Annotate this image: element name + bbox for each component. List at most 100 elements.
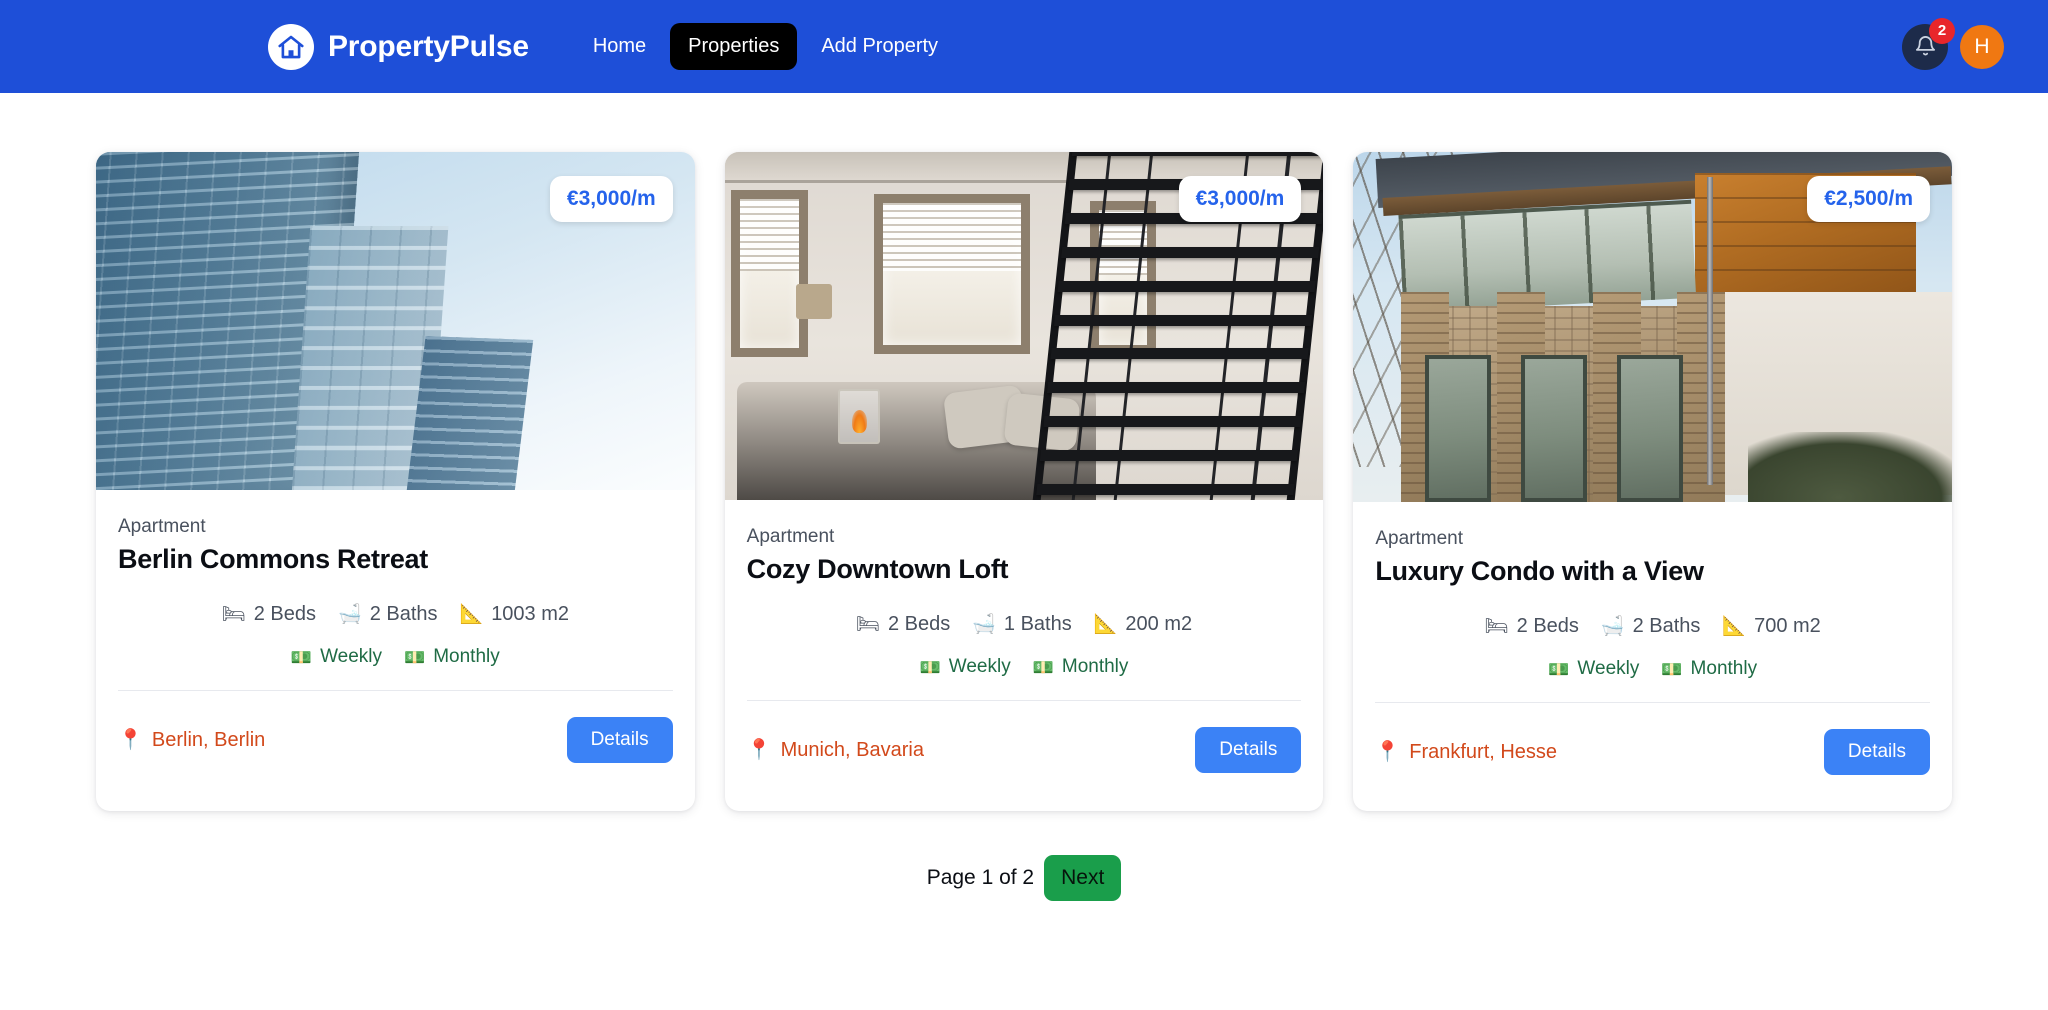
rate-monthly-label: Monthly — [1061, 656, 1129, 677]
rate-weekly-label: Weekly — [1577, 658, 1640, 679]
money-icon: 💵 — [919, 657, 941, 677]
property-specs: 🛏 2 Beds 🛁 1 Baths 📐 200 m2 — [747, 613, 1302, 636]
house-icon — [268, 23, 314, 70]
beds-value: 2 Beds — [253, 603, 317, 625]
property-rates: 💵 Weekly 💵 Monthly — [1375, 658, 1930, 702]
property-card[interactable]: €3,000/m Apartment Berlin Commons Retrea… — [96, 152, 695, 811]
navbar-actions: 2 H — [1902, 17, 2004, 70]
property-image: €3,000/m — [724, 152, 1324, 500]
spec-beds: 🛏 2 Beds — [1485, 615, 1579, 638]
bath-icon: 🛁 — [1600, 616, 1625, 637]
property-card-footer: 📍 Berlin, Berlin Details — [118, 691, 673, 763]
notification-count-badge: 2 — [1929, 17, 1955, 44]
location-text: Berlin, Berlin — [151, 728, 266, 751]
property-image: €3,000/m — [96, 152, 695, 490]
next-page-button[interactable]: Next — [1044, 855, 1122, 901]
brand-name: PropertyPulse — [328, 29, 529, 63]
ruler-icon: 📐 — [1093, 614, 1118, 635]
beds-value: 2 Beds — [887, 613, 951, 635]
rate-weekly: 💵 Weekly — [1548, 658, 1639, 680]
nav-link-add-property[interactable]: Add Property — [803, 23, 956, 70]
details-button[interactable]: Details — [1823, 729, 1930, 775]
rate-weekly-label: Weekly — [320, 646, 383, 667]
property-title: Berlin Commons Retreat — [118, 544, 428, 574]
spec-area: 📐 1003 m2 — [460, 603, 570, 626]
property-rates: 💵 Weekly 💵 Monthly — [747, 656, 1302, 700]
rate-weekly: 💵 Weekly — [920, 656, 1011, 678]
page-status: Page 1 of 2 — [926, 866, 1035, 889]
property-type: Apartment — [118, 516, 206, 537]
property-rates: 💵 Weekly 💵 Monthly — [118, 646, 673, 690]
map-pin-icon: 📍 — [118, 729, 143, 751]
bath-icon: 🛁 — [972, 614, 996, 635]
nav-link-properties[interactable]: Properties — [670, 23, 798, 70]
rate-weekly-label: Weekly — [948, 656, 1011, 677]
avatar[interactable]: H — [1960, 24, 2004, 69]
property-location: 📍 Berlin, Berlin — [118, 729, 265, 752]
main-content: €3,000/m Apartment Berlin Commons Retrea… — [0, 93, 2048, 901]
money-icon: 💵 — [1548, 659, 1570, 679]
rate-weekly: 💵 Weekly — [291, 646, 382, 668]
property-location: 📍 Munich, Bavaria — [747, 739, 924, 762]
spec-beds: 🛏 2 Beds — [856, 613, 950, 636]
money-icon: 💵 — [1661, 659, 1683, 679]
ruler-icon: 📐 — [459, 604, 484, 625]
map-pin-icon: 📍 — [1375, 741, 1401, 763]
property-specs: 🛏 2 Beds 🛁 2 Baths 📐 700 m2 — [1375, 615, 1930, 638]
property-type: Apartment — [1375, 528, 1463, 549]
price-badge: €2,500/m — [1807, 176, 1930, 222]
baths-value: 1 Baths — [1003, 613, 1072, 635]
money-icon: 💵 — [1032, 657, 1054, 677]
property-card-footer: 📍 Frankfurt, Hesse Details — [1375, 703, 1930, 775]
spec-baths: 🛁 2 Baths — [338, 603, 438, 626]
property-title: Luxury Condo with a View — [1375, 556, 1704, 586]
spec-beds: 🛏 2 Beds — [222, 603, 316, 626]
baths-value: 2 Baths — [369, 603, 438, 625]
money-icon: 💵 — [404, 647, 426, 667]
property-card-grid: €3,000/m Apartment Berlin Commons Retrea… — [96, 152, 1952, 811]
bed-icon: 🛏 — [221, 604, 246, 625]
property-card[interactable]: €2,500/m Apartment Luxury Condo with a V… — [1353, 152, 1952, 811]
map-pin-icon: 📍 — [746, 739, 772, 761]
bed-icon: 🛏 — [1484, 616, 1509, 637]
spec-baths: 🛁 2 Baths — [1601, 615, 1701, 638]
property-card-body: Apartment Berlin Commons Retreat 🛏 2 Bed… — [96, 490, 695, 811]
property-title: Cozy Downtown Loft — [746, 554, 1009, 584]
property-card-footer: 📍 Munich, Bavaria Details — [747, 701, 1302, 773]
ruler-icon: 📐 — [1722, 616, 1747, 637]
bath-icon: 🛁 — [338, 604, 362, 625]
location-text: Frankfurt, Hesse — [1409, 740, 1558, 763]
spec-area: 📐 200 m2 — [1094, 613, 1192, 636]
details-button[interactable]: Details — [1195, 727, 1302, 773]
baths-value: 2 Baths — [1632, 615, 1701, 637]
spec-area: 📐 700 m2 — [1722, 615, 1820, 638]
property-card-body: Apartment Luxury Condo with a View 🛏 2 B… — [1353, 502, 1952, 811]
bed-icon: 🛏 — [855, 614, 880, 635]
area-value: 1003 m2 — [491, 603, 570, 625]
price-badge: €3,000/m — [549, 176, 673, 222]
rate-monthly-label: Monthly — [433, 646, 500, 667]
notifications-wrapper: 2 — [1902, 17, 1955, 70]
property-image: €2,500/m — [1353, 152, 1952, 502]
beds-value: 2 Beds — [1516, 615, 1579, 637]
area-value: 700 m2 — [1754, 615, 1821, 637]
location-text: Munich, Bavaria — [780, 738, 924, 761]
pagination: Page 1 of 2 Next — [96, 855, 1952, 901]
rate-monthly: 💵 Monthly — [1033, 656, 1129, 678]
property-location: 📍 Frankfurt, Hesse — [1375, 741, 1557, 764]
rate-monthly: 💵 Monthly — [1661, 658, 1757, 680]
spec-baths: 🛁 1 Baths — [972, 613, 1072, 636]
money-icon: 💵 — [290, 647, 313, 667]
nav-link-home[interactable]: Home — [575, 23, 664, 70]
rate-monthly-label: Monthly — [1690, 658, 1758, 679]
rate-monthly: 💵 Monthly — [404, 646, 500, 668]
property-specs: 🛏 2 Beds 🛁 2 Baths 📐 1003 m2 — [118, 603, 673, 626]
property-card-body: Apartment Cozy Downtown Loft 🛏 2 Beds 🛁 … — [725, 500, 1324, 811]
brand-logo-link[interactable]: PropertyPulse — [268, 23, 529, 70]
details-button[interactable]: Details — [566, 717, 673, 763]
primary-nav: Home Properties Add Property — [575, 23, 956, 70]
property-type: Apartment — [746, 526, 835, 547]
property-card[interactable]: €3,000/m Apartment Cozy Downtown Loft 🛏 … — [724, 152, 1324, 811]
area-value: 200 m2 — [1125, 613, 1193, 635]
top-navbar: PropertyPulse Home Properties Add Proper… — [0, 0, 2048, 93]
